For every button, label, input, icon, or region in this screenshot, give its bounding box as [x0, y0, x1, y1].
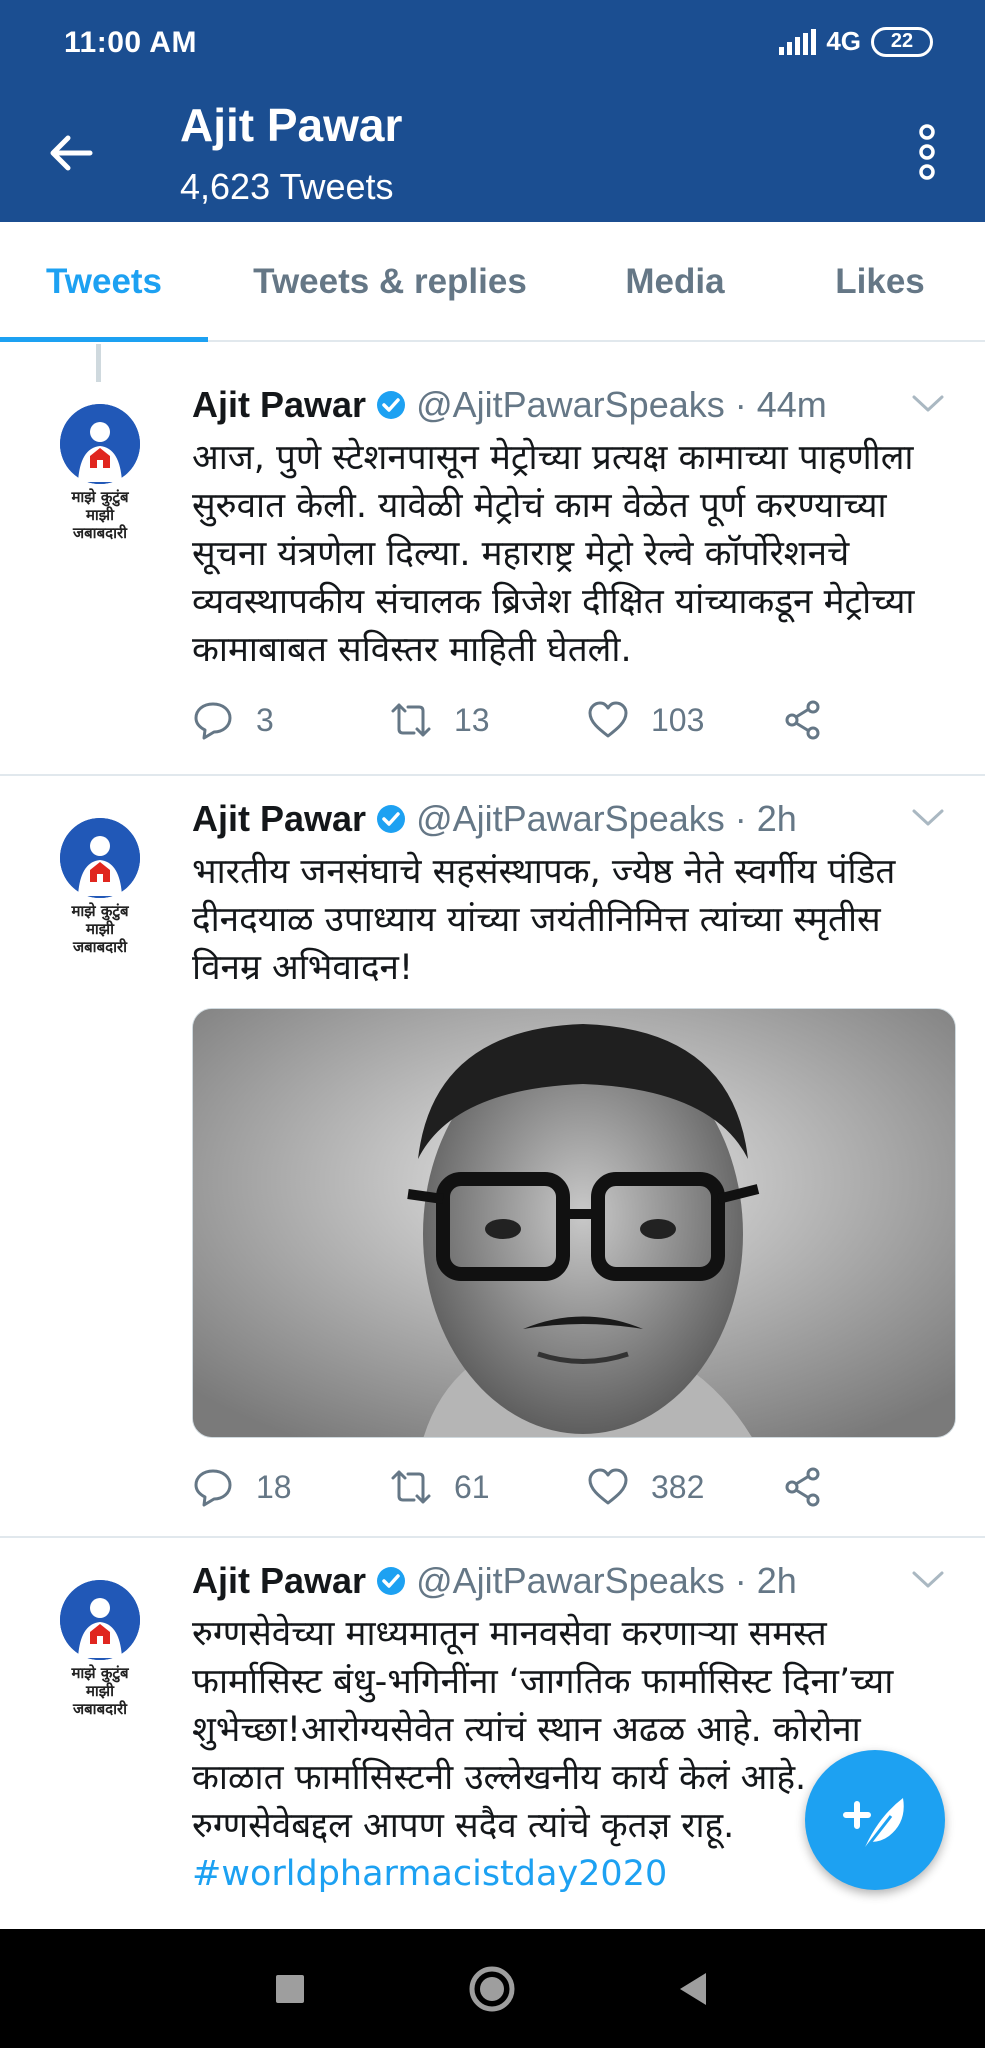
verified-badge-icon	[377, 391, 406, 419]
verified-badge-icon	[377, 805, 406, 833]
status-time: 11:00 AM	[64, 26, 197, 59]
more-options-icon[interactable]	[917, 124, 937, 180]
tab-tweets-replies[interactable]: Tweets & replies	[230, 222, 550, 342]
family-logo-icon	[60, 818, 140, 898]
recent-apps-icon[interactable]	[262, 1961, 318, 2017]
home-icon[interactable]	[464, 1961, 520, 2017]
reply-button[interactable]: 18	[192, 1466, 292, 1508]
status-icons: 4G 22	[779, 26, 933, 57]
avatar[interactable]: माझे कुटुंब माझी जबाबदारी	[60, 404, 140, 542]
like-button[interactable]: 103	[587, 699, 704, 741]
battery-icon: 22	[871, 26, 933, 57]
heart-icon	[588, 701, 628, 738]
reply-button[interactable]: 3	[192, 699, 274, 741]
retweet-button[interactable]: 13	[390, 699, 490, 741]
like-button[interactable]: 382	[587, 1466, 704, 1508]
author-name[interactable]: Ajit Pawar	[192, 798, 366, 840]
reply-icon	[194, 1469, 232, 1507]
family-logo-icon	[60, 404, 140, 484]
share-icon	[785, 700, 820, 740]
system-navigation-bar	[0, 1929, 985, 2048]
tweet-text: आज, पुणे स्टेशनपासून मेट्रोच्या प्रत्यक्…	[192, 438, 915, 670]
tweet-text: भारतीय जनसंघाचे सहसंस्थापक, ज्येष्ठ नेते…	[192, 852, 896, 988]
verified-badge-icon	[377, 1567, 406, 1595]
tab-tweets[interactable]: Tweets	[0, 222, 208, 342]
tweet-actions: 18 61 382	[192, 1466, 842, 1516]
avatar[interactable]: माझे कुटुंब माझी जबाबदारी	[60, 818, 140, 956]
profile-tabs: Tweets Tweets & replies Media Likes	[0, 222, 985, 342]
author-name[interactable]: Ajit Pawar	[192, 1560, 366, 1602]
tweet-actions: 3 13 103	[192, 699, 842, 749]
avatar[interactable]: माझे कुटुंब माझी जबाबदारी	[60, 1580, 140, 1718]
app-header: 11:00 AM 4G 22 Ajit Pawar 4,623 Tweets	[0, 0, 985, 222]
chevron-down-icon[interactable]	[911, 394, 945, 414]
retweet-icon	[391, 703, 431, 737]
signal-icon	[779, 28, 817, 55]
share-button[interactable]	[782, 699, 824, 741]
tweet-header: Ajit Pawar @AjitPawarSpeaks · 44m	[192, 384, 827, 426]
compose-feather-icon	[843, 1798, 904, 1853]
author-handle[interactable]: @AjitPawarSpeaks · 2h	[416, 1560, 797, 1602]
chevron-down-icon[interactable]	[911, 1570, 945, 1590]
tweet-count: 4,623 Tweets	[180, 166, 394, 207]
tweet-header: Ajit Pawar @AjitPawarSpeaks · 2h	[192, 1560, 797, 1602]
tweet-header: Ajit Pawar @AjitPawarSpeaks · 2h	[192, 798, 797, 840]
author-handle[interactable]: @AjitPawarSpeaks · 44m	[416, 384, 827, 426]
retweet-button[interactable]: 61	[390, 1466, 490, 1508]
share-icon	[785, 1467, 820, 1507]
author-handle[interactable]: @AjitPawarSpeaks · 2h	[416, 798, 797, 840]
retweet-icon	[391, 1470, 431, 1504]
tweet-photo[interactable]	[192, 1008, 956, 1438]
active-tab-indicator	[0, 337, 208, 342]
tweet[interactable]: माझे कुटुंब माझी जबाबदारी Ajit Pawar @Aj…	[0, 344, 985, 776]
chevron-down-icon[interactable]	[911, 808, 945, 828]
reply-icon	[194, 702, 232, 740]
back-arrow-icon[interactable]	[46, 128, 96, 178]
share-button[interactable]	[782, 1466, 824, 1508]
tab-media[interactable]: Media	[590, 222, 760, 342]
portrait-image	[193, 1009, 955, 1437]
tweet[interactable]: माझे कुटुंब माझी जबाबदारी Ajit Pawar @Aj…	[0, 776, 985, 1538]
status-bar: 11:00 AM 4G 22	[0, 0, 985, 88]
author-name[interactable]: Ajit Pawar	[192, 384, 366, 426]
network-type: 4G	[826, 26, 861, 56]
heart-icon	[588, 1468, 628, 1505]
tab-likes[interactable]: Likes	[790, 222, 970, 342]
compose-tweet-button[interactable]	[805, 1750, 945, 1890]
profile-name: Ajit Pawar	[180, 99, 403, 151]
back-icon[interactable]	[666, 1961, 722, 2017]
family-logo-icon	[60, 1580, 140, 1660]
